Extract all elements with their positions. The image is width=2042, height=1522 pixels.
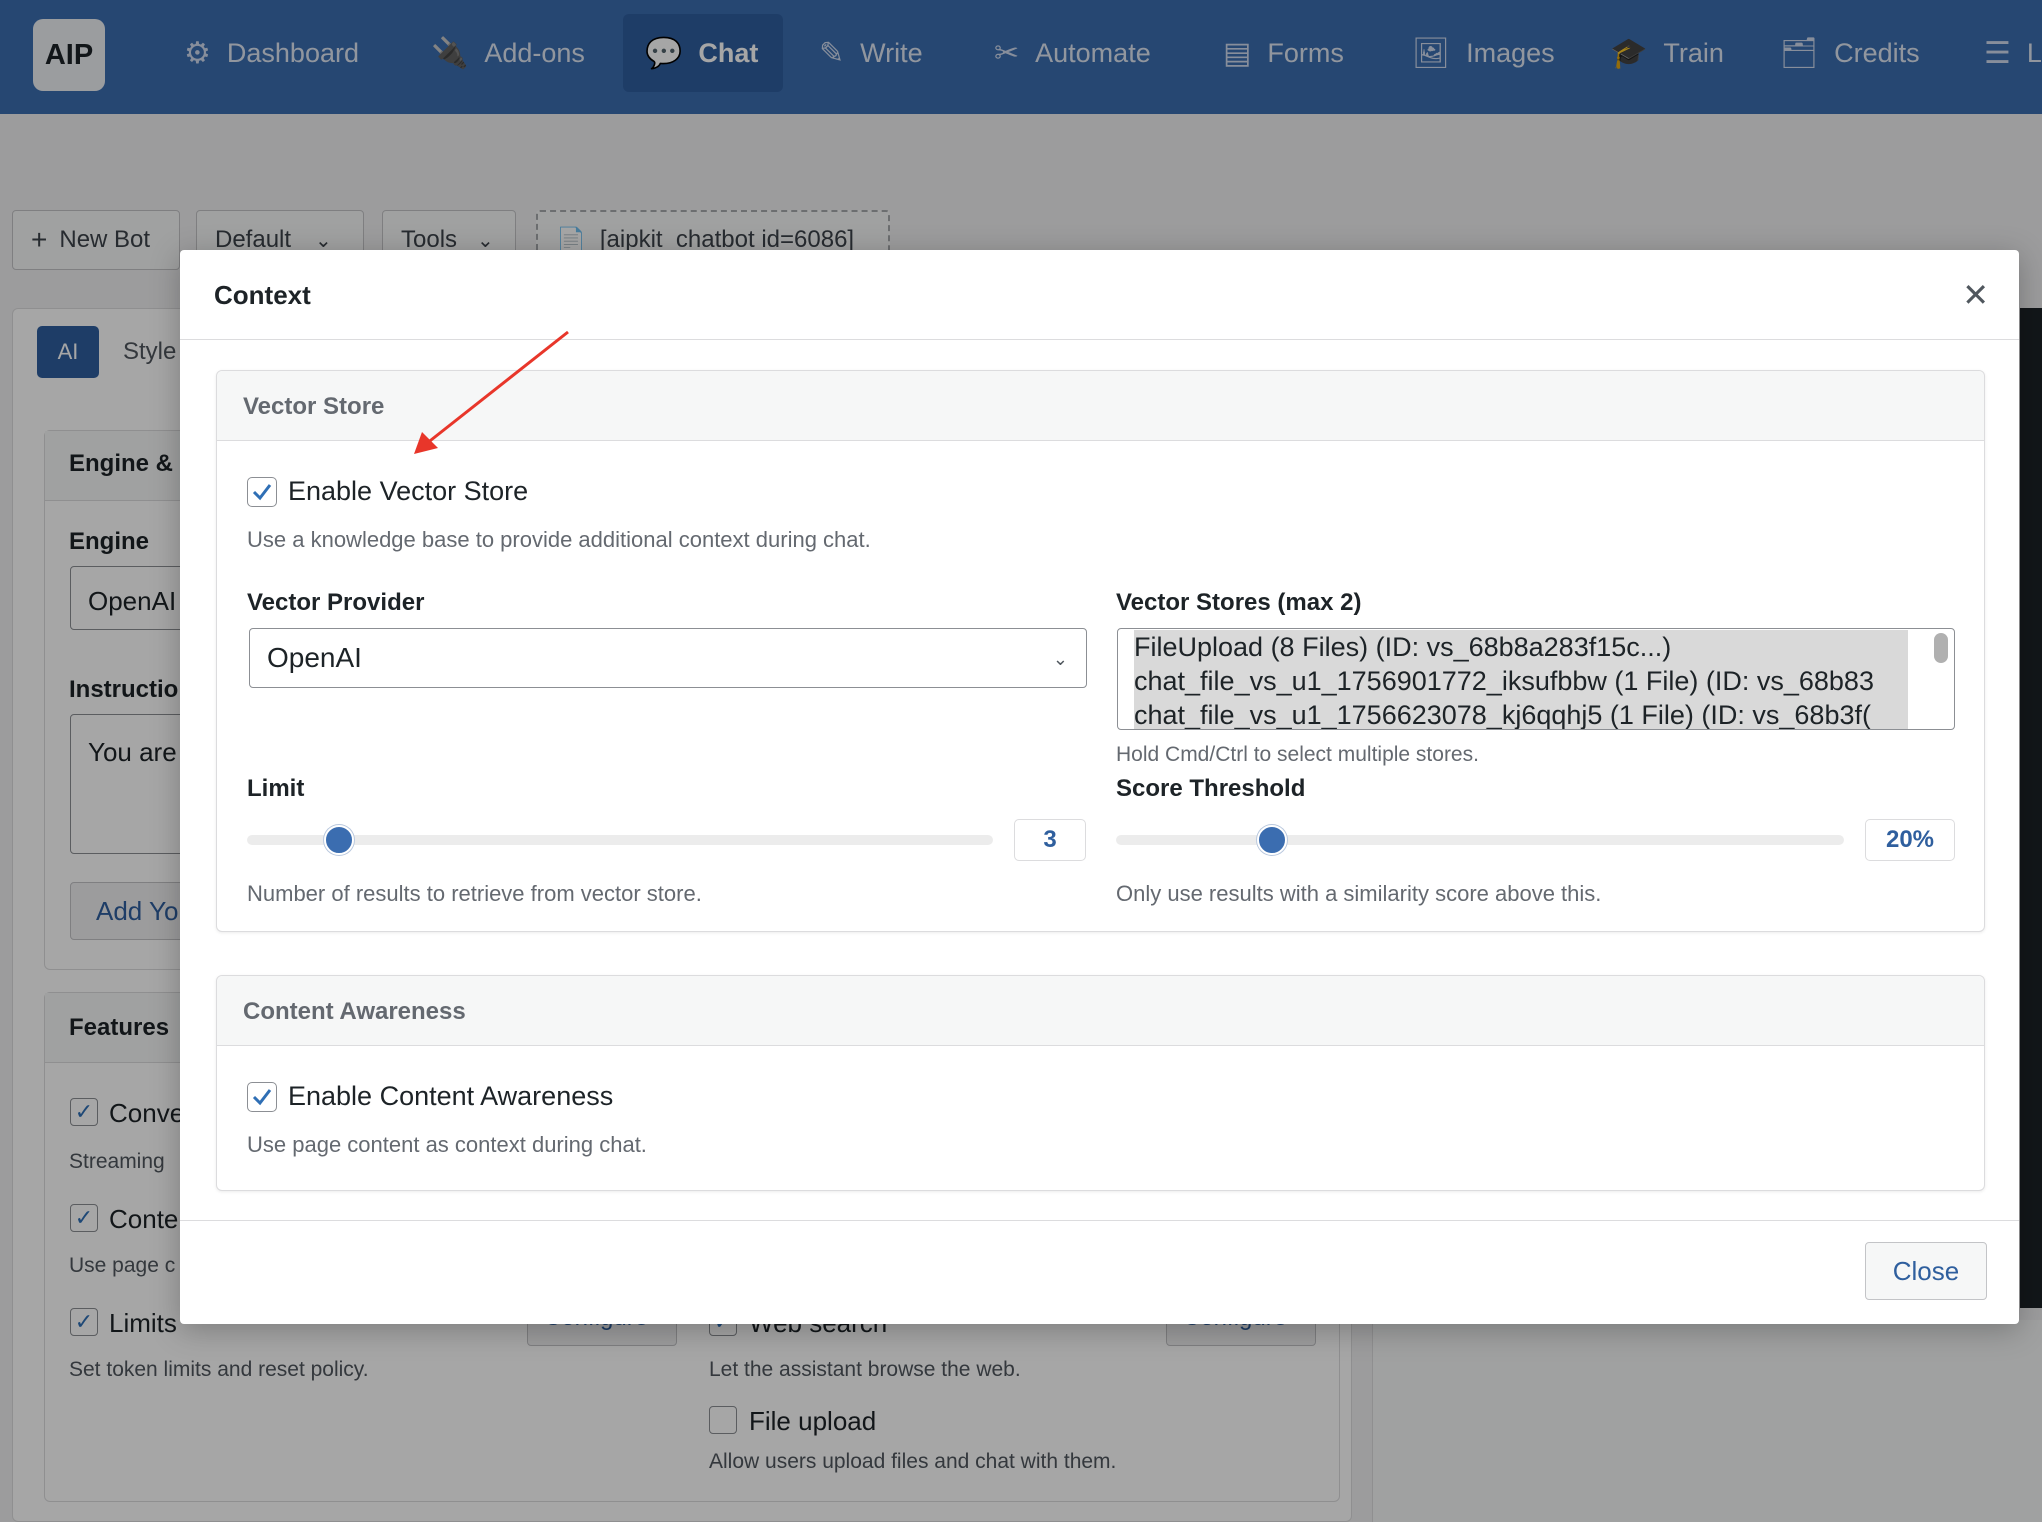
check-icon — [252, 1089, 272, 1106]
check-icon — [252, 484, 272, 501]
limit-desc: Number of results to retrieve from vecto… — [247, 881, 702, 906]
score-threshold-value[interactable]: 20% — [1865, 819, 1955, 861]
limit-value[interactable]: 3 — [1014, 819, 1086, 861]
enable-content-awareness-desc: Use page content as context during chat. — [247, 1132, 647, 1157]
scrollbar-thumb[interactable] — [1934, 633, 1948, 663]
score-threshold-label: Score Threshold — [1116, 775, 1306, 802]
modal-title: Context — [214, 280, 311, 310]
vector-provider-value: OpenAI — [267, 642, 362, 673]
vector-provider-select[interactable]: OpenAI ⌄ — [249, 628, 1087, 688]
vector-store-option[interactable]: FileUpload (8 Files) (ID: vs_68b8a283f15… — [1134, 630, 1908, 664]
vector-stores-multiselect[interactable]: FileUpload (8 Files) (ID: vs_68b8a283f15… — [1117, 628, 1955, 730]
score-threshold-desc: Only use results with a similarity score… — [1116, 881, 1602, 906]
vector-store-option[interactable]: chat_file_vs_u1_1756901772_iksufbbw (1 F… — [1134, 664, 1908, 698]
score-threshold-slider-thumb[interactable] — [1257, 825, 1287, 855]
score-threshold-slider-track[interactable] — [1116, 835, 1844, 845]
enable-vector-store-desc: Use a knowledge base to provide addition… — [247, 527, 871, 552]
content-awareness-section-title: Content Awareness — [243, 998, 466, 1025]
content-awareness-section: Content Awareness Enable Content Awarene… — [216, 975, 1985, 1191]
enable-vector-store-label[interactable]: Enable Vector Store — [288, 476, 528, 507]
limit-slider-thumb[interactable] — [324, 825, 354, 855]
enable-vector-store-checkbox[interactable] — [247, 477, 277, 507]
vector-store-option[interactable]: chat_file_vs_u1_1756623078_kj6qqhj5 (1 F… — [1134, 698, 1908, 729]
modal-footer-divider — [180, 1220, 2019, 1221]
vector-stores-hint: Hold Cmd/Ctrl to select multiple stores. — [1116, 743, 1479, 766]
vector-store-section-title: Vector Store — [243, 393, 385, 420]
close-button[interactable]: Close — [1865, 1242, 1987, 1300]
vector-provider-label: Vector Provider — [247, 589, 425, 616]
enable-content-awareness-checkbox[interactable] — [247, 1082, 277, 1112]
limit-slider-track[interactable] — [247, 835, 993, 845]
limit-label: Limit — [247, 775, 305, 802]
enable-content-awareness-label[interactable]: Enable Content Awareness — [288, 1081, 613, 1112]
content-awareness-section-header: Content Awareness — [217, 976, 1984, 1046]
annotation-arrow — [414, 330, 569, 454]
close-icon[interactable]: ✕ — [1962, 276, 1989, 314]
vector-stores-label: Vector Stores (max 2) — [1116, 589, 1362, 616]
chevron-down-icon: ⌄ — [1052, 649, 1068, 669]
